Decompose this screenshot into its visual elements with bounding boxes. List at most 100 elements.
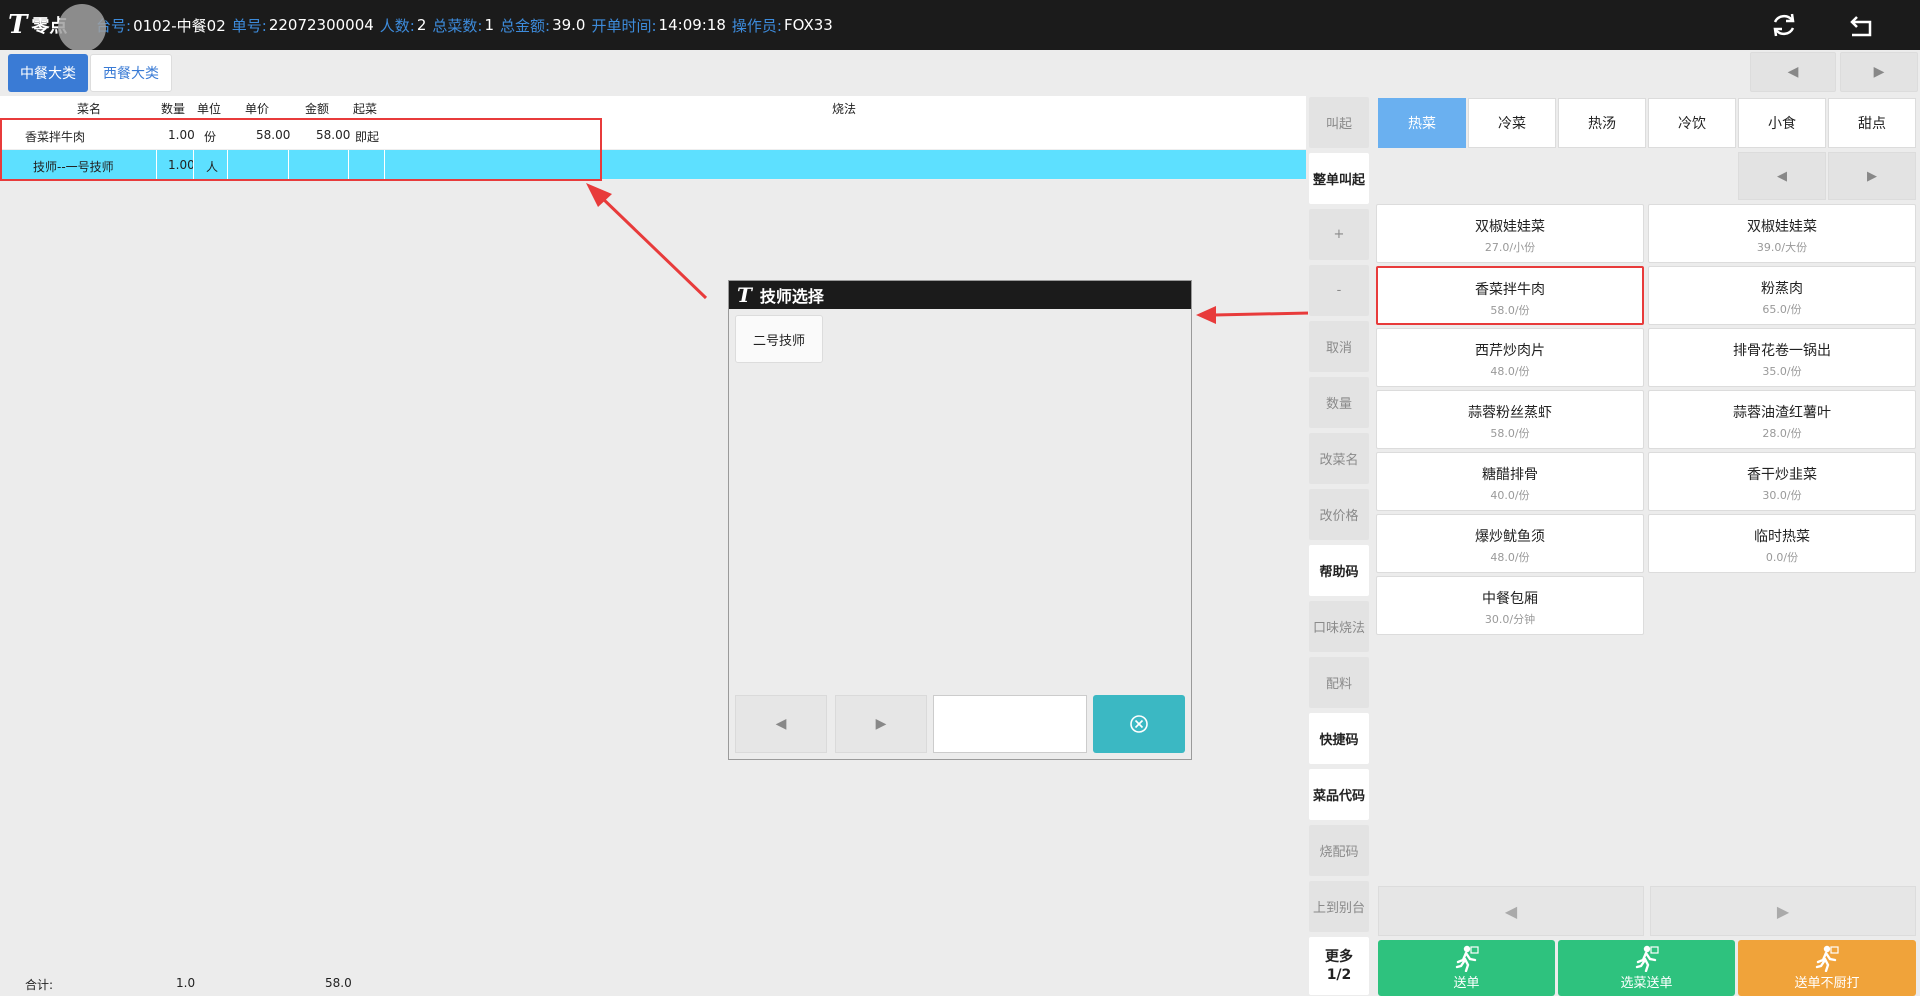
prev-icon: ◀ bbox=[1787, 64, 1799, 80]
action-button[interactable]: 改菜名 bbox=[1308, 432, 1370, 485]
col-start: 起菜 bbox=[353, 102, 378, 116]
dish-price: 0.0/份 bbox=[1765, 551, 1799, 564]
col-name: 菜名 bbox=[77, 102, 102, 116]
dialog-title: 技师选择 bbox=[759, 287, 824, 306]
dish-tile[interactable]: 糖醋排骨 40.0/份 bbox=[1376, 452, 1644, 511]
action-label: - bbox=[1336, 283, 1342, 298]
category-next-button[interactable]: ▶ bbox=[1840, 52, 1918, 92]
dish-tile[interactable]: 临时热菜 0.0/份 bbox=[1648, 514, 1916, 573]
action-label: 上到别台 bbox=[1312, 901, 1365, 916]
runner-icon bbox=[1455, 945, 1479, 972]
order-info: 台号: 0102-中餐02 单号: 22072300004 人数: 2 总菜数:… bbox=[90, 15, 833, 36]
dish-price: 58.0/份 bbox=[1490, 427, 1530, 440]
action-button[interactable]: 数量 bbox=[1308, 376, 1370, 429]
action-button[interactable]: 整单叫起 bbox=[1308, 152, 1370, 205]
dialog-next-button[interactable]: ▶ bbox=[835, 695, 927, 753]
dialog-logo: T bbox=[737, 283, 752, 307]
action-label: 口味烧法 bbox=[1312, 621, 1365, 636]
send-order-button[interactable]: 送单 bbox=[1378, 940, 1555, 996]
prev-icon: ◀ bbox=[775, 716, 787, 732]
dish-tile[interactable]: 粉蒸肉 65.0/份 bbox=[1648, 266, 1916, 325]
col-price: 单价 bbox=[245, 102, 270, 116]
top-bar: T 零点 台号: 0102-中餐02 单号: 22072300004 人数: 2… bbox=[0, 0, 1920, 52]
subcategory-tab[interactable]: 冷饮 bbox=[1648, 98, 1736, 148]
tab-chinese-category[interactable]: 中餐大类 bbox=[8, 54, 88, 92]
subcategory-tab[interactable]: 甜点 bbox=[1828, 98, 1916, 148]
dish-prev-page-button[interactable]: ◀ bbox=[1378, 886, 1644, 936]
order-no-value: 22072300004 bbox=[268, 16, 374, 34]
dish-tile[interactable]: 爆炒鱿鱼须 48.0/份 bbox=[1376, 514, 1644, 573]
logo-mark: T bbox=[8, 10, 28, 40]
dish-name: 香干炒韭菜 bbox=[1747, 467, 1817, 483]
technician-option[interactable]: 二号技师 bbox=[735, 315, 823, 363]
action-button[interactable]: 上到别台 bbox=[1308, 880, 1370, 933]
dish-tile[interactable]: 香干炒韭菜 30.0/份 bbox=[1648, 452, 1916, 511]
action-button[interactable]: 口味烧法 bbox=[1308, 600, 1370, 653]
return-icon[interactable] bbox=[1842, 5, 1882, 45]
action-button[interactable]: 取消 bbox=[1308, 320, 1370, 373]
dish-tile[interactable]: 西芹炒肉片 48.0/份 bbox=[1376, 328, 1644, 387]
close-circle-icon bbox=[1130, 715, 1148, 733]
col-amount: 金额 bbox=[305, 102, 330, 116]
page-indicator: 1/2 bbox=[1326, 967, 1352, 983]
refresh-icon[interactable] bbox=[1764, 5, 1804, 45]
send-label: 选菜送单 bbox=[1620, 976, 1673, 991]
subcategory-tab[interactable]: 小食 bbox=[1738, 98, 1826, 148]
action-button[interactable]: 菜品代码 bbox=[1308, 768, 1370, 821]
dialog-prev-button[interactable]: ◀ bbox=[735, 695, 827, 753]
order-table-header: 菜名 数量 单位 单价 金额 起菜 烧法 bbox=[0, 96, 1306, 120]
dish-price: 48.0/份 bbox=[1490, 551, 1530, 564]
dish-tile[interactable]: 排骨花卷一锅出 35.0/份 bbox=[1648, 328, 1916, 387]
col-qty: 数量 bbox=[161, 102, 186, 116]
action-button[interactable]: 改价格 bbox=[1308, 488, 1370, 541]
order-no-label: 单号: bbox=[231, 16, 267, 35]
select-send-button[interactable]: 选菜送单 bbox=[1558, 940, 1735, 996]
subcategory-next-button[interactable]: ▶ bbox=[1828, 152, 1916, 200]
action-button[interactable]: 配料 bbox=[1308, 656, 1370, 709]
action-button[interactable]: 快捷码 bbox=[1308, 712, 1370, 765]
dish-price: 35.0/份 bbox=[1762, 365, 1802, 378]
open-time-value: 14:09:18 bbox=[658, 16, 726, 34]
category-prev-button[interactable]: ◀ bbox=[1750, 52, 1836, 92]
dish-next-page-button[interactable]: ▶ bbox=[1650, 886, 1916, 936]
guests-value: 2 bbox=[416, 16, 427, 34]
dish-price: 30.0/份 bbox=[1762, 489, 1802, 502]
prev-icon: ◀ bbox=[1504, 901, 1518, 921]
subcategory-tab[interactable]: 热汤 bbox=[1558, 98, 1646, 148]
subcategory-tabs: 热菜 冷菜 热汤 冷饮 小食 甜点 bbox=[1378, 98, 1916, 148]
technician-dialog: T 技师选择 二号技师 ◀ ▶ bbox=[728, 280, 1192, 760]
dish-name: 排骨花卷一锅出 bbox=[1733, 343, 1831, 359]
next-icon: ▶ bbox=[1776, 901, 1790, 921]
dish-tile[interactable]: 蒜蓉粉丝蒸虾 58.0/份 bbox=[1376, 390, 1644, 449]
send-no-print-button[interactable]: 送单不厨打 bbox=[1738, 940, 1916, 996]
dish-name: 粉蒸肉 bbox=[1761, 281, 1803, 297]
action-button[interactable]: 叫起 bbox=[1308, 96, 1370, 149]
dish-price: 27.0/小份 bbox=[1484, 241, 1536, 254]
action-button[interactable]: - bbox=[1308, 264, 1370, 317]
subcategory-prev-button[interactable]: ◀ bbox=[1738, 152, 1826, 200]
subcategory-tab[interactable]: 冷菜 bbox=[1468, 98, 1556, 148]
arrow-line-1 bbox=[598, 194, 708, 300]
action-button[interactable]: 更多 1/2 bbox=[1308, 936, 1370, 996]
action-label: 烧配码 bbox=[1319, 845, 1359, 860]
action-label: 改菜名 bbox=[1319, 453, 1359, 468]
dish-tile[interactable]: 双椒娃娃菜 39.0/大份 bbox=[1648, 204, 1916, 263]
dish-tile[interactable]: 蒜蓉油渣红薯叶 28.0/份 bbox=[1648, 390, 1916, 449]
touch-indicator bbox=[58, 4, 106, 52]
subcategory-tab[interactable]: 热菜 bbox=[1378, 98, 1466, 148]
app-logo: T 零点 bbox=[0, 0, 106, 52]
action-label: 数量 bbox=[1325, 397, 1352, 412]
dish-name: 西芹炒肉片 bbox=[1475, 343, 1545, 359]
arrow-head-1 bbox=[586, 183, 612, 207]
action-button[interactable]: 烧配码 bbox=[1308, 824, 1370, 877]
action-button[interactable]: + bbox=[1308, 208, 1370, 261]
dialog-close-button[interactable] bbox=[1093, 695, 1185, 753]
tab-western-category[interactable]: 西餐大类 bbox=[90, 54, 172, 92]
dish-tile[interactable]: 中餐包厢 30.0/分钟 bbox=[1376, 576, 1644, 635]
action-button[interactable]: 帮助码 bbox=[1308, 544, 1370, 597]
annotation-highlight-box bbox=[0, 118, 602, 181]
dish-tile[interactable]: 双椒娃娃菜 27.0/小份 bbox=[1376, 204, 1644, 263]
dialog-search-input[interactable] bbox=[933, 695, 1087, 753]
runner-icon bbox=[1635, 945, 1659, 972]
dish-tile[interactable]: 香菜拌牛肉 58.0/份 bbox=[1376, 266, 1644, 325]
